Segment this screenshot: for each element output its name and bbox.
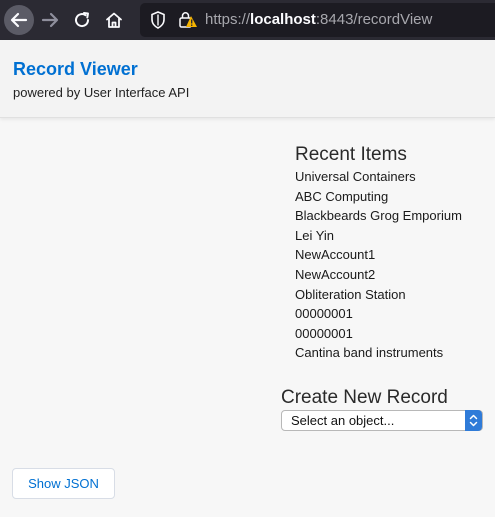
recent-item[interactable]: NewAccount2 — [295, 265, 462, 285]
url-path: :8443/recordView — [315, 11, 433, 28]
create-record-heading: Create New Record — [281, 387, 448, 408]
lock-icon[interactable] — [178, 11, 198, 34]
reload-icon[interactable] — [67, 5, 97, 35]
url-text[interactable]: https://localhost:8443/recordView — [205, 11, 432, 28]
url-host: localhost — [250, 11, 316, 28]
object-select-value: Select an object... — [291, 413, 395, 428]
app-header: Record Viewer powered by User Interface … — [0, 40, 495, 118]
forward-icon[interactable] — [35, 5, 65, 35]
recent-items-heading: Recent Items — [295, 144, 407, 165]
recent-item[interactable]: 00000001 — [295, 324, 462, 344]
recent-item[interactable]: Obliteration Station — [295, 285, 462, 305]
url-scheme: https:// — [205, 11, 251, 28]
show-json-button[interactable]: Show JSON — [12, 468, 115, 499]
recent-item[interactable]: 00000001 — [295, 304, 462, 324]
object-select[interactable]: Select an object... — [281, 410, 483, 431]
home-icon[interactable] — [99, 5, 129, 35]
page-subtitle: powered by User Interface API — [13, 85, 190, 100]
recent-item[interactable]: NewAccount1 — [295, 245, 462, 265]
back-icon[interactable] — [4, 5, 34, 35]
browser-toolbar: https://localhost:8443/recordView — [0, 0, 495, 40]
recent-item[interactable]: Universal Containers — [295, 167, 462, 187]
recent-item[interactable]: Cantina band instruments — [295, 343, 462, 363]
recent-item[interactable]: Blackbeards Grog Emporium — [295, 206, 462, 226]
recent-items-list: Universal Containers ABC Computing Black… — [295, 167, 462, 363]
page-title: Record Viewer — [13, 59, 138, 79]
url-bar[interactable]: https://localhost:8443/recordView — [140, 3, 495, 37]
shield-icon[interactable] — [150, 11, 166, 34]
recent-item[interactable]: Lei Yin — [295, 226, 462, 246]
select-arrows-icon[interactable] — [465, 410, 482, 431]
recent-item[interactable]: ABC Computing — [295, 187, 462, 207]
